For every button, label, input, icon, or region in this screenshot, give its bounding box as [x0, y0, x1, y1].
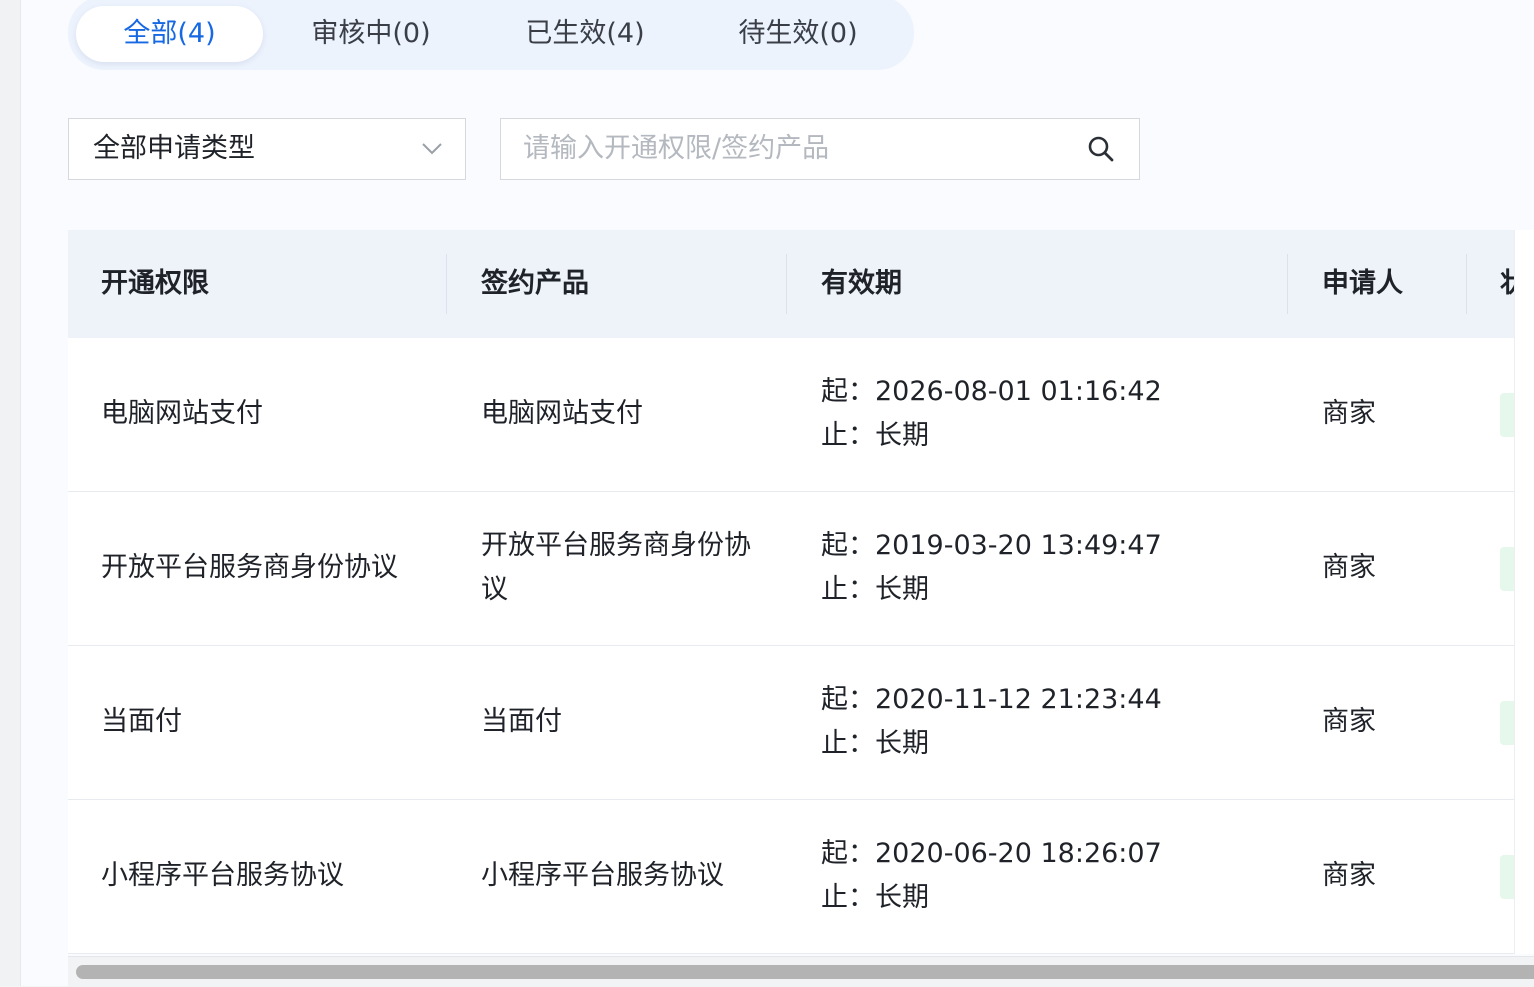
validity-start: 起：2020-06-20 18:26:07: [821, 838, 1162, 869]
validity-cell: 起：2020-11-12 21:23:44 止：长期: [821, 646, 1162, 798]
search-box: [500, 118, 1140, 180]
column-header-applicant: 申请人: [1322, 268, 1403, 299]
left-rail: [0, 0, 21, 986]
applicant-cell: 商家: [1322, 398, 1376, 429]
table-header: 开通权限 签约产品 有效期 申请人 状: [68, 230, 1534, 338]
column-header-status: 状: [1500, 268, 1514, 299]
table-row: 小程序平台服务协议 小程序平台服务协议 起：2020-06-20 18:26:0…: [68, 800, 1534, 954]
product-cell: 开放平台服务商身份协议: [481, 530, 751, 605]
validity-start: 起：2020-11-12 21:23:44: [821, 684, 1162, 715]
validity-end: 止：长期: [821, 574, 929, 605]
table-row: 开放平台服务商身份协议 开放平台服务商身份协议 起：2019-03-20 13:…: [68, 492, 1534, 646]
permission-cell: 开放平台服务商身份协议: [101, 552, 398, 583]
column-header-product: 签约产品: [481, 268, 589, 299]
column-divider: [446, 254, 447, 314]
validity-start: 起：2019-03-20 13:49:47: [821, 530, 1162, 561]
tab-all[interactable]: 全部(4): [76, 6, 263, 62]
column-header-permission: 开通权限: [101, 268, 209, 299]
validity-cell: 起：2020-06-20 18:26:07 止：长期: [821, 800, 1162, 952]
permission-cell: 电脑网站支付: [101, 398, 263, 429]
product-cell: 小程序平台服务协议: [481, 860, 724, 891]
table-right-edge: [1514, 230, 1534, 954]
tab-effective[interactable]: 已生效(4): [497, 6, 673, 62]
table-row: 电脑网站支付 电脑网站支付 起：2026-08-01 01:16:42 止：长期…: [68, 338, 1534, 492]
chevron-down-icon: [421, 138, 443, 164]
table-row: 当面付 当面付 起：2020-11-12 21:23:44 止：长期 商家: [68, 646, 1534, 800]
validity-end: 止：长期: [821, 420, 929, 451]
column-divider: [1466, 254, 1467, 314]
applicant-cell: 商家: [1322, 706, 1376, 737]
status-badge: [1500, 393, 1514, 437]
product-cell: 当面付: [481, 706, 562, 737]
product-cell: 电脑网站支付: [481, 398, 643, 429]
column-header-validity: 有效期: [821, 268, 902, 299]
applicant-cell: 商家: [1322, 860, 1376, 891]
validity-start: 起：2026-08-01 01:16:42: [821, 376, 1162, 407]
permission-cell: 小程序平台服务协议: [101, 860, 344, 891]
validity-cell: 起：2026-08-01 01:16:42 止：长期: [821, 338, 1162, 490]
column-divider: [786, 254, 787, 314]
search-icon[interactable]: [1087, 135, 1115, 167]
scrollbar-thumb[interactable]: [76, 965, 1534, 979]
permission-cell: 当面付: [101, 706, 182, 737]
contract-list-page: 全部(4) 审核中(0) 已生效(4) 待生效(0) 全部申请类型 开通权限 签…: [21, 0, 1534, 987]
validity-end: 止：长期: [821, 882, 929, 913]
contract-table: 开通权限 签约产品 有效期 申请人 状 电脑网站支付 电脑网站支付 起：2026…: [68, 230, 1534, 954]
applicant-cell: 商家: [1322, 552, 1376, 583]
status-badge: [1500, 701, 1514, 745]
horizontal-scrollbar[interactable]: [68, 956, 1534, 987]
status-badge: [1500, 855, 1514, 899]
tab-reviewing[interactable]: 审核中(0): [283, 6, 459, 62]
column-divider: [1287, 254, 1288, 314]
tab-pending[interactable]: 待生效(0): [710, 6, 886, 62]
application-type-value: 全部申请类型: [93, 133, 255, 164]
application-type-select[interactable]: 全部申请类型: [68, 118, 466, 180]
validity-cell: 起：2019-03-20 13:49:47 止：长期: [821, 492, 1162, 644]
status-badge: [1500, 547, 1514, 591]
validity-end: 止：长期: [821, 728, 929, 759]
search-input[interactable]: [523, 119, 1063, 178]
